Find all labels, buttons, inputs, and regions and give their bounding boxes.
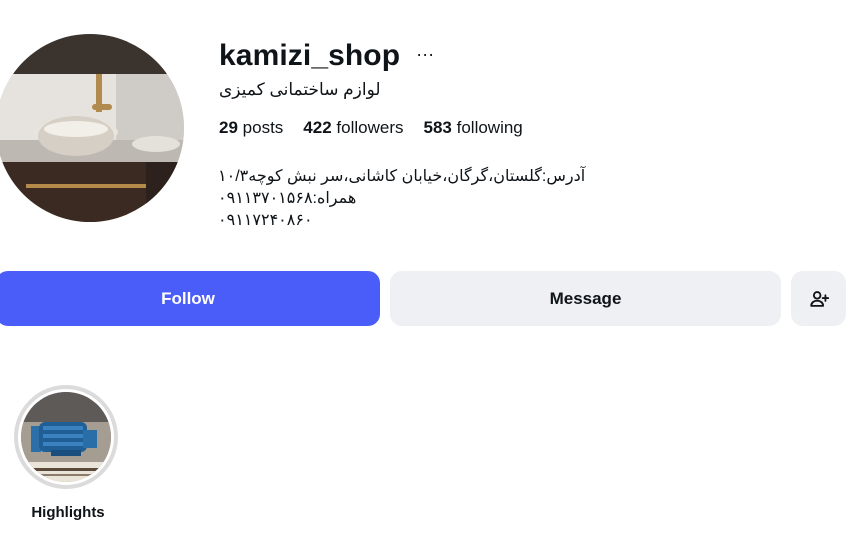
follow-button[interactable]: Follow [0, 271, 380, 326]
posts-label: posts [242, 118, 284, 137]
avatar-photo [0, 34, 184, 222]
bio-address-line: آدرس:گلستان،گرگان،خیابان کاشانی،سر نبش ک… [218, 168, 586, 185]
profile-stats: 29 posts 422 followers 583 following [219, 118, 543, 138]
water-pump-photo [21, 392, 111, 482]
add-person-icon [809, 290, 829, 307]
profile-username: kamizi_shop [219, 39, 401, 72]
bio-phone2-line: ۰۹۱۱۷۲۴۰۸۶۰ [218, 212, 313, 229]
profile-page: kamizi_shop ··· لوازم ساختمانی کمیزی 29 … [0, 0, 849, 533]
ellipsis-icon[interactable]: ··· [414, 43, 436, 69]
message-button[interactable]: Message [390, 271, 781, 326]
profile-full-name: لوازم ساختمانی کمیزی [219, 80, 381, 99]
followers-count: 422 [303, 118, 332, 137]
highlight-label: Highlights [31, 504, 105, 521]
followers-label: followers [336, 118, 404, 137]
posts-stat: 29 posts [219, 118, 283, 138]
bio-phone-line: همراه:۰۹۱۱۳۷۰۱۵۶۸ [218, 190, 357, 207]
highlight-ring [14, 385, 118, 489]
following-count: 583 [423, 118, 452, 137]
username-row: kamizi_shop ··· [219, 36, 436, 76]
highlight-item[interactable]: Highlights [14, 385, 122, 521]
following-label: following [456, 118, 523, 137]
profile-bio: آدرس:گلستان،گرگان،خیابان کاشانی،سر نبش ک… [218, 166, 585, 232]
following-stat[interactable]: 583 following [424, 118, 523, 138]
posts-count: 29 [219, 118, 238, 137]
profile-avatar[interactable] [0, 34, 184, 222]
followers-stat[interactable]: 422 followers [303, 118, 403, 138]
suggest-accounts-button[interactable] [791, 271, 846, 326]
highlight-cover [21, 392, 111, 482]
